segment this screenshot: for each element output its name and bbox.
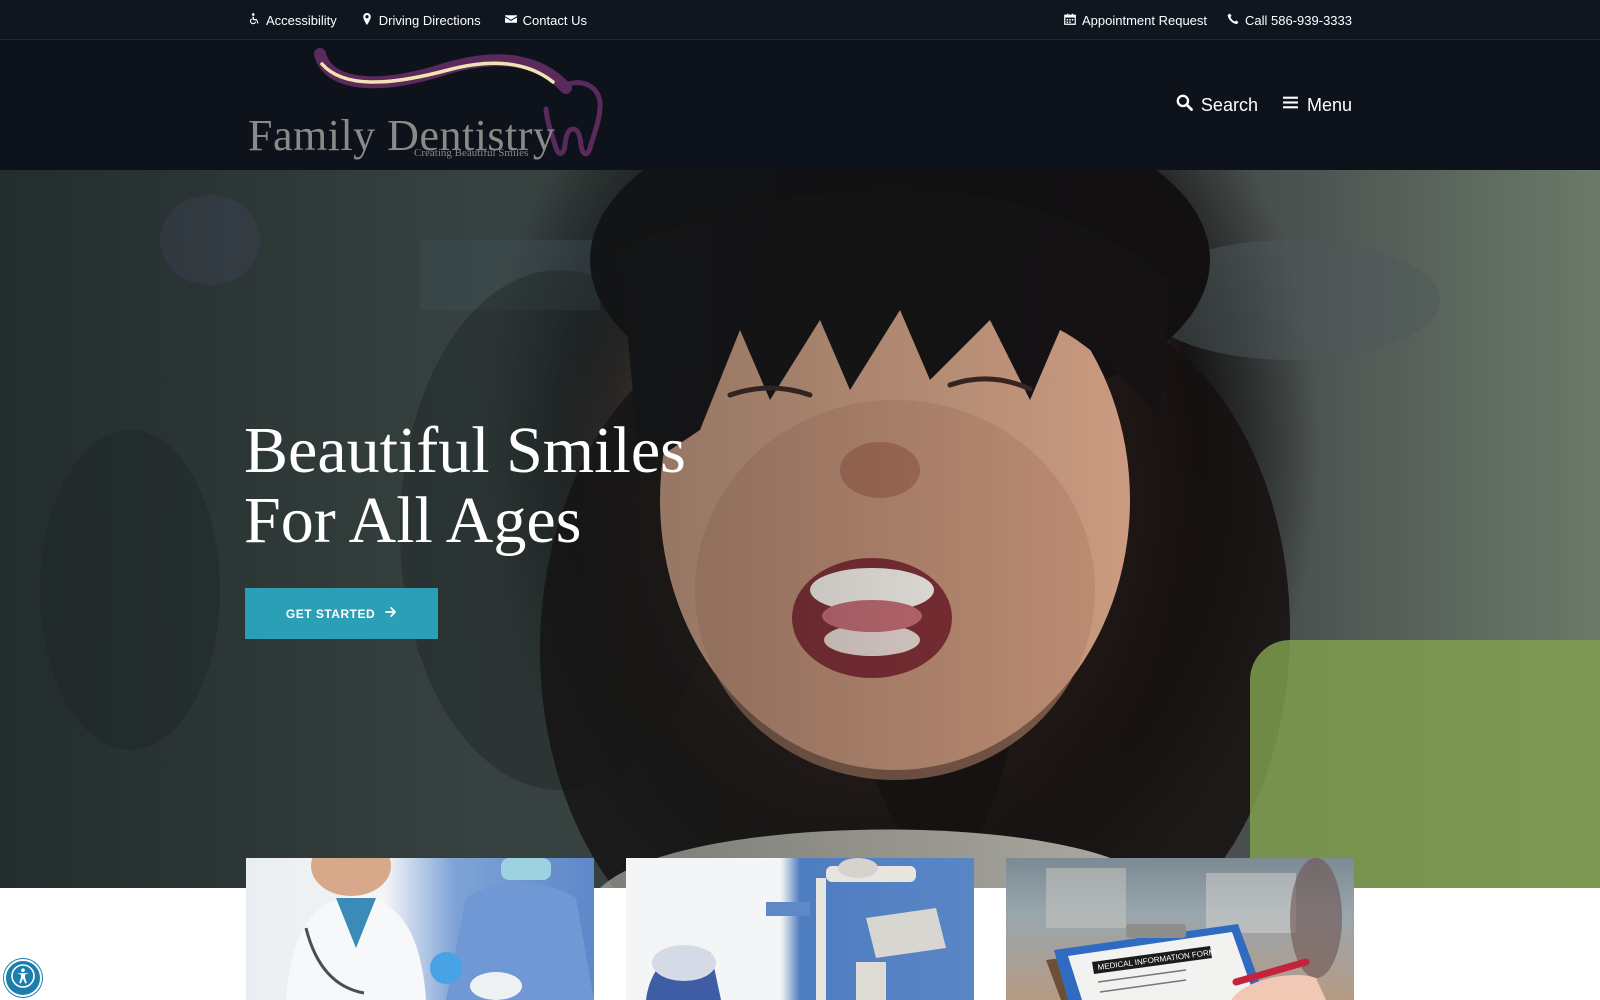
appointment-request-label: Appointment Request [1082, 12, 1208, 28]
hero-banner: Beautiful Smiles For All Ages GET STARTE… [0, 170, 1600, 888]
menu-label: Menu [1306, 94, 1352, 115]
get-started-button[interactable]: GET STARTED [245, 588, 438, 639]
utility-links-left: Accessibility Driving Directions Contact… [248, 0, 587, 40]
site-logo[interactable]: Family Dentistry Creating Beautiful Smil… [248, 46, 618, 164]
service-card-office[interactable] [626, 858, 974, 1000]
contact-us-label: Contact Us [522, 12, 587, 28]
accessibility-person-icon [10, 963, 36, 994]
hero-title-line-2: For All Ages [244, 484, 582, 557]
utility-bar: Accessibility Driving Directions Contact… [0, 0, 1600, 40]
service-card-team[interactable] [246, 858, 594, 1000]
accessibility-link[interactable]: Accessibility [248, 13, 337, 28]
dental-chair-photo [626, 858, 946, 1000]
calendar-icon [1064, 13, 1076, 28]
hero-overlay [0, 170, 1600, 888]
search-button[interactable]: Search [1176, 94, 1258, 116]
accessibility-label: Accessibility [266, 12, 337, 28]
envelope-icon [504, 13, 517, 28]
phone-icon [1227, 13, 1239, 28]
wheelchair-icon [248, 12, 260, 28]
search-label: Search [1200, 94, 1258, 115]
call-phone-label: Call 586-939-3333 [1245, 12, 1352, 28]
service-card-forms[interactable]: MEDICAL INFORMATION FORM [1006, 858, 1354, 1000]
appointment-request-link[interactable]: Appointment Request [1064, 13, 1207, 28]
search-icon [1176, 94, 1193, 116]
menu-button[interactable]: Menu [1282, 94, 1352, 116]
driving-directions-link[interactable]: Driving Directions [361, 12, 481, 28]
dentists-with-patient-photo [286, 858, 594, 1000]
hero-title: Beautiful Smiles For All Ages [244, 416, 686, 556]
medical-information-form-photo: MEDICAL INFORMATION FORM [1046, 858, 1342, 1000]
hero-title-line-1: Beautiful Smiles [244, 414, 686, 487]
get-started-label: GET STARTED [285, 606, 376, 621]
main-header: Family Dentistry Creating Beautiful Smil… [0, 40, 1600, 170]
accessibility-widget-button[interactable] [4, 959, 42, 997]
contact-us-link[interactable]: Contact Us [504, 12, 587, 28]
map-marker-icon [361, 12, 373, 28]
driving-directions-label: Driving Directions [378, 12, 481, 28]
header-nav: Search Menu [1176, 40, 1352, 170]
arrow-right-icon [385, 605, 397, 623]
hamburger-icon [1282, 94, 1299, 116]
call-phone-link[interactable]: Call 586-939-3333 [1227, 13, 1352, 28]
utility-links-right: Appointment Request Call 586-939-3333 [1064, 0, 1352, 40]
logo-tagline: Creating Beautiful Smiles [414, 147, 529, 159]
